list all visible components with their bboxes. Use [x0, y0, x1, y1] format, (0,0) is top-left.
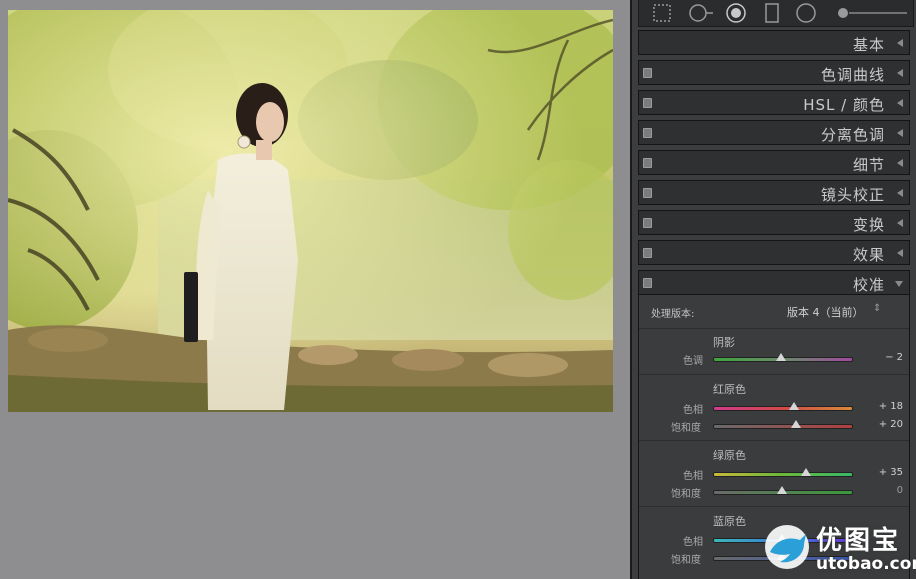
red-eye-icon[interactable]: [725, 2, 747, 28]
section-toggle-switch[interactable]: [643, 278, 652, 288]
section-label: 细节: [852, 156, 885, 174]
section-toggle-switch[interactable]: [643, 128, 652, 138]
triangle-down-icon[interactable]: [895, 281, 903, 287]
triangle-left-icon[interactable]: [897, 219, 903, 227]
green-hue-track[interactable]: [713, 472, 853, 477]
section-header-6[interactable]: 变换: [638, 210, 910, 235]
green-hue-thumb[interactable]: [801, 468, 812, 476]
section-label: 基本: [852, 36, 885, 54]
image-canvas[interactable]: [0, 0, 630, 579]
triangle-left-icon[interactable]: [897, 39, 903, 47]
section-label: 校准: [852, 276, 885, 294]
section-header-3[interactable]: 分离色调: [638, 120, 910, 145]
watermark: 优图宝 utobao.com: [760, 520, 916, 579]
red-hue-value[interactable]: + 18: [869, 401, 903, 412]
triangle-left-icon[interactable]: [897, 99, 903, 107]
red-primary-title: 红原色: [713, 383, 746, 396]
process-version-label: 处理版本:: [651, 309, 695, 320]
section-toggle-switch[interactable]: [643, 188, 652, 198]
red-hue-track[interactable]: [713, 406, 853, 411]
bird-logo-icon: [765, 525, 809, 569]
triangle-left-icon[interactable]: [897, 189, 903, 197]
section-toggle-switch[interactable]: [643, 158, 652, 168]
photo-image: [8, 10, 613, 412]
photo-preview[interactable]: [8, 10, 613, 412]
brush-size-slider[interactable]: [835, 2, 909, 28]
section-header-2[interactable]: HSL / 颜色: [638, 90, 910, 115]
tool-strip: [638, 0, 914, 27]
spot-removal-icon[interactable]: [687, 2, 715, 28]
section-header-0[interactable]: 基本: [638, 30, 910, 55]
process-version-select[interactable]: 版本 4（当前）: [787, 304, 864, 320]
watermark-brand: 优图宝: [816, 526, 901, 556]
graduated-filter-icon[interactable]: [763, 2, 781, 28]
red-hue-thumb[interactable]: [789, 402, 800, 410]
section-label: 镜头校正: [820, 186, 885, 204]
blue-primary-title: 蓝原色: [713, 515, 746, 528]
red-hue-label: 色相: [683, 405, 703, 416]
green-primary-title: 绿原色: [713, 449, 746, 462]
section-header-7[interactable]: 效果: [638, 240, 910, 265]
shadow-tint-label: 色调: [683, 356, 703, 367]
blue-hue-label: 色相: [683, 537, 703, 548]
shadow-tint-thumb[interactable]: [775, 353, 786, 361]
section-label: 分离色调: [820, 126, 885, 144]
green-saturation-label: 饱和度: [671, 489, 701, 500]
shadows-title: 阴影: [713, 336, 735, 349]
crop-tool-icon[interactable]: [651, 2, 673, 28]
section-label: 色调曲线: [820, 66, 885, 84]
radial-filter-icon[interactable]: [795, 2, 817, 28]
green-hue-label: 色相: [683, 471, 703, 482]
develop-panel: 处理版本: 版本 4（当前） ⇕ 阴影 色调 − 2 红原色 色相 + 18 饱…: [630, 0, 916, 579]
triangle-left-icon[interactable]: [897, 69, 903, 77]
shadow-tint-value[interactable]: − 2: [869, 352, 903, 363]
red-saturation-label: 饱和度: [671, 423, 701, 434]
green-saturation-thumb[interactable]: [777, 486, 787, 494]
section-header-1[interactable]: 色调曲线: [638, 60, 910, 85]
watermark-url: utobao.com: [816, 554, 916, 574]
section-header-5[interactable]: 镜头校正: [638, 180, 910, 205]
section-label: 变换: [852, 216, 885, 234]
green-hue-value[interactable]: + 35: [869, 467, 903, 478]
triangle-left-icon[interactable]: [897, 129, 903, 137]
red-saturation-track[interactable]: [713, 424, 853, 429]
section-toggle-switch[interactable]: [643, 98, 652, 108]
section-header-8[interactable]: 校准: [638, 270, 910, 295]
section-toggle-switch[interactable]: [643, 248, 652, 258]
section-header-4[interactable]: 细节: [638, 150, 910, 175]
triangle-left-icon[interactable]: [897, 249, 903, 257]
triangle-left-icon[interactable]: [897, 159, 903, 167]
section-label: 效果: [852, 246, 885, 264]
red-saturation-value[interactable]: + 20: [869, 419, 903, 430]
section-label: HSL / 颜色: [803, 96, 885, 114]
section-toggle-switch[interactable]: [643, 218, 652, 228]
section-toggle-switch[interactable]: [643, 68, 652, 78]
red-saturation-thumb[interactable]: [790, 420, 801, 428]
select-arrows-icon[interactable]: ⇕: [873, 303, 881, 314]
blue-saturation-label: 饱和度: [671, 555, 701, 566]
green-saturation-value[interactable]: 0: [869, 485, 903, 496]
